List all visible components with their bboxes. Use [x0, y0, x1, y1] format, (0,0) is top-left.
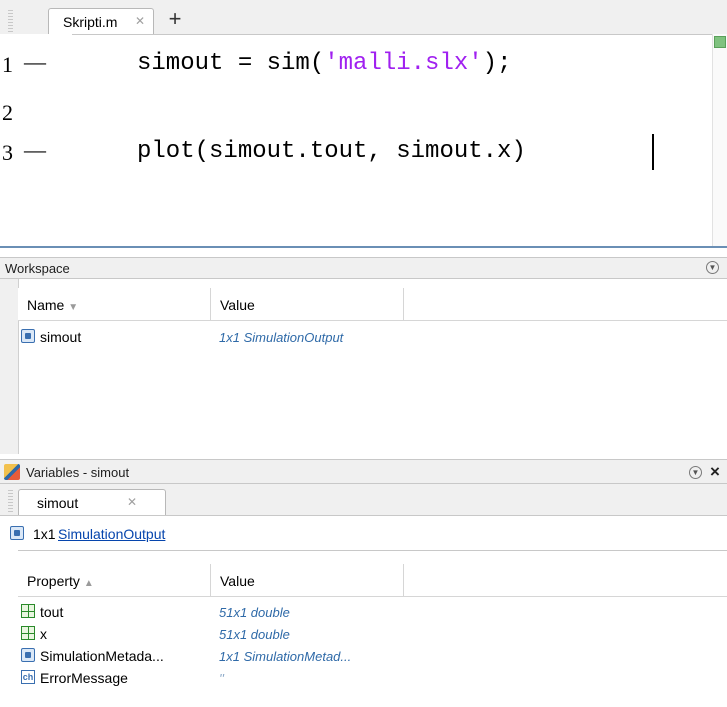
workspace-row[interactable]: simout 1x1 SimulationOutput	[18, 327, 727, 347]
code-text: plot(simout.tout, simout.x)	[137, 138, 526, 165]
property-name: ErrorMessage	[40, 670, 128, 686]
variable-value: 1x1 SimulationOutput	[219, 330, 344, 345]
tab-close-icon[interactable]: ✕	[135, 14, 145, 28]
property-row[interactable]: ch ErrorMessage ''	[18, 668, 727, 688]
column-value[interactable]: Value	[220, 573, 255, 589]
panel-menu-icon[interactable]: ▼	[706, 261, 719, 274]
editor-scrollbar[interactable]	[712, 34, 727, 246]
line-number: 2	[2, 100, 13, 125]
variables-tab-bar: simout ✕	[0, 484, 727, 516]
column-divider[interactable]	[403, 564, 404, 596]
column-divider[interactable]	[210, 288, 211, 320]
line-number: 3	[2, 140, 13, 165]
panel-title: Variables - simout	[26, 465, 130, 480]
variable-summary-bar: 1x1 SimulationOutput	[0, 516, 727, 551]
variables-left-margin	[0, 550, 18, 707]
property-value: 51x1 double	[219, 605, 290, 620]
breakpoint-marker[interactable]: —	[24, 137, 46, 163]
workspace-column-header: Name ▼ Value	[18, 288, 727, 321]
variable-size: 1x1	[33, 526, 56, 542]
workspace-header: Workspace ▼	[0, 257, 727, 279]
code-text: simout = sim(	[137, 50, 325, 77]
workspace-left-margin	[0, 279, 19, 454]
column-name[interactable]: Name ▼	[27, 297, 78, 313]
tab-close-icon[interactable]: ✕	[127, 495, 137, 509]
tab-bar-grip[interactable]	[8, 490, 13, 512]
property-value: ''	[219, 671, 224, 686]
variable-name: simout	[40, 329, 82, 345]
panel-title: Workspace	[5, 261, 70, 276]
column-value[interactable]: Value	[220, 297, 255, 313]
add-tab-button[interactable]: +	[160, 7, 190, 34]
editor-tab-bar: Skripti.m ✕ +	[0, 0, 727, 35]
close-icon[interactable]: ×	[710, 462, 720, 482]
char-icon: ch	[21, 670, 35, 684]
variables-header: Variables - simout ▼ ×	[0, 459, 727, 484]
column-divider[interactable]	[210, 564, 211, 596]
sort-ascending-icon: ▲	[83, 578, 94, 589]
column-label: Property	[27, 573, 80, 589]
struct-icon	[10, 526, 24, 540]
variable-editor-icon	[4, 464, 20, 480]
struct-icon	[21, 329, 35, 343]
code-line-1[interactable]: simout = sim('malli.slx');	[137, 50, 511, 77]
property-name: SimulationMetada...	[40, 648, 164, 664]
property-row[interactable]: x 51x1 double	[18, 624, 727, 644]
property-row[interactable]: SimulationMetada... 1x1 SimulationMetad.…	[18, 646, 727, 666]
code-string: 'malli.slx'	[324, 50, 483, 77]
code-text: );	[482, 50, 512, 77]
property-name: tout	[40, 604, 64, 620]
property-value: 51x1 double	[219, 627, 290, 642]
text-cursor	[652, 134, 654, 170]
column-label: Name	[27, 297, 65, 313]
sort-descending-icon: ▼	[68, 302, 79, 313]
code-editor[interactable]: Skripti.m ✕ + 1 — 2 3 — simout = sim('ma…	[0, 0, 727, 248]
tab-bar-grip[interactable]	[8, 10, 13, 32]
struct-icon	[21, 648, 35, 662]
class-link[interactable]: SimulationOutput	[58, 526, 165, 542]
column-property[interactable]: Property ▲	[27, 573, 94, 589]
code-line-3[interactable]: plot(simout.tout, simout.x)	[137, 138, 526, 165]
property-value: 1x1 SimulationMetad...	[219, 649, 352, 664]
tab-simout[interactable]: simout ✕	[18, 489, 166, 515]
variables-column-header: Property ▲ Value	[18, 564, 727, 597]
tab-label: simout	[37, 495, 79, 511]
numeric-grid-icon	[21, 626, 35, 640]
line-number: 1	[2, 52, 13, 77]
breakpoint-marker[interactable]: —	[24, 49, 46, 75]
numeric-grid-icon	[21, 604, 35, 618]
code-analyzer-status-icon[interactable]	[714, 36, 726, 48]
property-name: x	[40, 626, 47, 642]
property-row[interactable]: tout 51x1 double	[18, 602, 727, 622]
column-divider[interactable]	[403, 288, 404, 320]
panel-menu-icon[interactable]: ▼	[689, 466, 702, 479]
tab-skripti[interactable]: Skripti.m ✕	[48, 8, 154, 34]
tab-label: Skripti.m	[63, 14, 118, 30]
